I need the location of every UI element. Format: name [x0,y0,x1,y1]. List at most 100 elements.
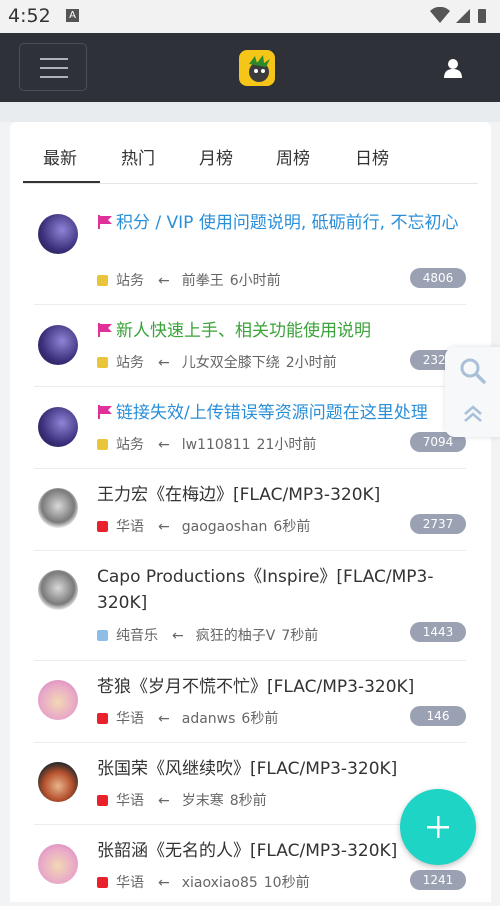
thread-title[interactable]: 积分 / VIP 使用问题说明, 砥砺前行, 不忘初心 [97,210,462,236]
category-dot [97,521,108,532]
category-dot [97,795,108,806]
post-time: 21小时前 [256,437,317,453]
signal-icon [456,9,470,23]
thread-row[interactable]: 积分 / VIP 使用问题说明, 砥砺前行, 不忘初心 站务 ← 前拳王 6小时前 4… [34,184,466,305]
category-label[interactable]: 站务 [116,437,144,453]
author-name[interactable]: adanws [182,711,236,727]
thread-title[interactable]: 王力宏《在梅边》[FLAC/MP3-320K] [97,482,462,508]
background-pattern [0,102,500,122]
thread-title[interactable]: 链接失效/上传错误等资源问题在这里处理 [97,400,462,426]
thread-title[interactable]: 苍狼《岁月不慌不忙》[FLAC/MP3-320K] [97,674,462,700]
thread-title[interactable]: Capo Productions《Inspire》[FLAC/MP3-320K] [97,564,462,616]
category-label[interactable]: 纯音乐 [116,628,158,644]
category-dot [97,275,108,286]
thread-title[interactable]: 新人快速上手、相关功能使用说明 [97,318,462,344]
thread-row[interactable]: 王力宏《在梅边》[FLAC/MP3-320K] 华语 ← gaogaoshan 6秒前… [34,468,466,551]
thread-meta: 站务 ← 前拳王 6小时前 [97,270,281,290]
author-name[interactable]: gaogaoshan [182,519,268,535]
thread-meta: 华语 ← xiaoxiao85 10秒前 [97,872,310,892]
category-dot [97,357,108,368]
thread-meta: 纯音乐 ← 疯狂的柚子V 7秒前 [97,625,318,645]
arrow-left-icon: ← [158,875,170,891]
system-status-icons [430,7,486,23]
logo-icon [249,55,270,82]
thread-title[interactable]: 张国荣《风继续吹》[FLAC/MP3-320K] [97,756,462,782]
category-label[interactable]: 华语 [116,711,144,727]
category-dot [97,713,108,724]
avatar[interactable] [38,488,78,528]
author-name[interactable]: 儿女双全膝下绕 [182,355,280,371]
post-time: 2小时前 [285,355,337,371]
author-name[interactable]: lw110811 [182,437,251,453]
author-name[interactable]: 岁末寒 [182,793,224,809]
category-label[interactable]: 华语 [116,519,144,535]
arrow-left-icon: ← [158,519,170,535]
reply-count-badge: 1443 [410,622,466,642]
post-time: 10秒前 [263,875,310,891]
thread-row[interactable]: Capo Productions《Inspire》[FLAC/MP3-320K]… [34,550,466,661]
reply-count-badge: 146 [410,706,466,726]
notification-a-icon: A [66,9,79,22]
category-label[interactable]: 站务 [116,273,144,289]
plus-icon [427,816,449,838]
menu-line [40,76,68,78]
avatar[interactable] [38,680,78,720]
search-icon[interactable] [459,357,487,385]
hamburger-menu-button[interactable] [19,43,87,91]
top-nav [0,33,500,102]
arrow-left-icon: ← [158,793,170,809]
arrow-left-icon: ← [158,355,170,371]
author-name[interactable]: xiaoxiao85 [182,875,258,891]
thread-title-text: 链接失效/上传错误等资源问题在这里处理 [116,403,428,423]
avatar[interactable] [38,762,78,802]
thread-meta: 站务 ← lw110811 21小时前 [97,434,316,454]
pinned-flag-icon [98,323,112,337]
author-name[interactable]: 前拳王 [182,273,224,289]
status-bar: 4:52 A [0,0,500,33]
author-name[interactable]: 疯狂的柚子V [196,628,276,644]
avatar[interactable] [38,214,78,254]
menu-line [40,67,68,69]
arrow-left-icon: ← [172,628,184,644]
avatar[interactable] [38,844,78,884]
site-logo[interactable] [239,50,275,86]
status-time: 4:52 [8,5,51,27]
arrow-left-icon: ← [158,273,170,289]
user-icon[interactable] [442,57,464,79]
tab-latest[interactable]: 最新 [43,144,77,169]
wifi-icon [430,7,450,23]
tab-bar: 最新 热门 月榜 周榜 日榜 [10,122,491,184]
pinned-flag-icon [98,405,112,419]
floating-toolbar [445,347,500,437]
tab-monthly[interactable]: 月榜 [199,144,233,169]
category-label[interactable]: 华语 [116,793,144,809]
tab-hot[interactable]: 热门 [121,144,155,169]
tab-weekly[interactable]: 周榜 [276,144,310,169]
thread-meta: 华语 ← gaogaoshan 6秒前 [97,516,310,536]
thread-meta: 华语 ← 岁末寒 8秒前 [97,790,267,810]
avatar[interactable] [38,407,78,447]
reply-count-badge: 2737 [410,514,466,534]
category-dot [97,439,108,450]
new-post-button[interactable] [400,789,476,865]
avatar[interactable] [38,570,78,610]
tab-daily[interactable]: 日榜 [355,144,389,169]
reply-count-badge: 4806 [410,268,466,288]
thread-row[interactable]: 张国荣《风继续吹》[FLAC/MP3-320K] 华语 ← 岁末寒 8秒前 [34,742,466,825]
post-time: 8秒前 [229,793,267,809]
scroll-to-top-icon[interactable] [462,403,484,425]
thread-row[interactable]: 链接失效/上传错误等资源问题在这里处理 站务 ← lw110811 21小时前 709… [34,386,466,469]
category-label[interactable]: 站务 [116,355,144,371]
post-time: 6秒前 [241,711,279,727]
post-time: 6小时前 [229,273,281,289]
avatar[interactable] [38,325,78,365]
thread-row[interactable]: 苍狼《岁月不慌不忙》[FLAC/MP3-320K] 华语 ← adanws 6秒前 1… [34,660,466,743]
arrow-left-icon: ← [158,437,170,453]
reply-count-badge: 1241 [410,870,466,890]
category-label[interactable]: 华语 [116,875,144,891]
post-time: 6秒前 [273,519,311,535]
menu-line [40,58,68,60]
thread-row[interactable]: 新人快速上手、相关功能使用说明 站务 ← 儿女双全膝下绕 2小时前 2323 [34,304,466,387]
thread-meta: 华语 ← adanws 6秒前 [97,708,278,728]
thread-title-text: 积分 / VIP 使用问题说明, 砥砺前行, 不忘初心 [116,213,459,233]
